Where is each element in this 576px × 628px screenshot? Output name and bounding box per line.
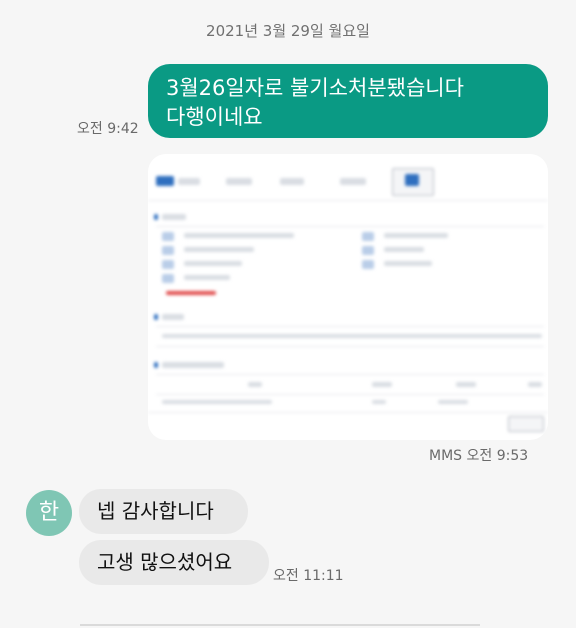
received-message-bubble[interactable]: 넵 감사합니다: [79, 489, 248, 534]
sent-message-line-2: 다행이네요: [166, 105, 263, 129]
received-message-time: 오전 11:11: [273, 568, 344, 584]
mms-message-time: MMS 오전 9:53: [429, 448, 529, 464]
mms-image-attachment[interactable]: [148, 154, 548, 440]
sent-message-time: 오전 9:42: [77, 121, 139, 137]
sender-avatar[interactable]: 한: [26, 490, 72, 536]
divider: [80, 624, 480, 626]
sent-message-line-1: 3월26일자로 불기소처분됐습니다: [166, 76, 464, 100]
received-message-bubble[interactable]: 고생 많으셨어요: [79, 540, 269, 585]
blurred-document-image: [148, 154, 548, 440]
date-separator: 2021년 3월 29일 월요일: [206, 22, 370, 40]
sent-message-bubble[interactable]: 3월26일자로 불기소처분됐습니다 다행이네요: [148, 64, 548, 138]
